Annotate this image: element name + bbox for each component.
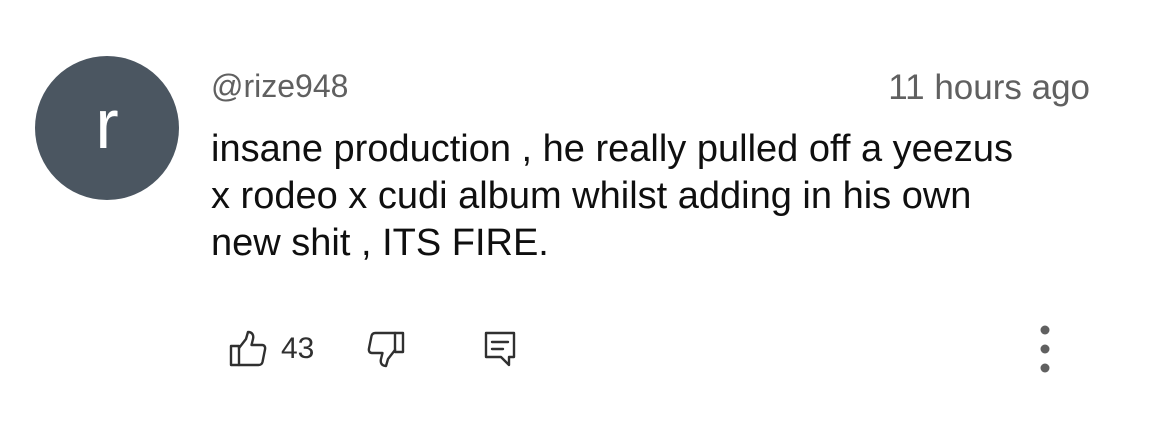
more-vert-icon — [1038, 324, 1052, 374]
reply-button[interactable] — [482, 329, 518, 369]
like-count: 43 — [281, 332, 315, 365]
dislike-button[interactable] — [366, 329, 406, 369]
thumbs-down-icon — [366, 329, 406, 369]
comment-text-line: x rodeo x cudi album whilst adding in hi… — [211, 175, 972, 217]
comment-action-bar: 43 — [228, 326, 518, 372]
more-options-button[interactable] — [1031, 324, 1059, 374]
thumbs-up-icon — [228, 329, 268, 369]
comment-timestamp: 11 hours ago — [888, 68, 1090, 107]
comment-text-line: new shit , ITS FIRE. — [211, 222, 549, 264]
avatar[interactable]: r — [35, 56, 179, 200]
like-button[interactable]: 43 — [228, 326, 314, 372]
comment-author[interactable]: @rize948 — [211, 68, 348, 104]
comment-text-line: insane production , he really pulled off… — [211, 128, 1014, 170]
comment-text: insane production , he really pulled off… — [211, 126, 1091, 267]
avatar-letter: r — [95, 85, 119, 163]
reply-icon — [482, 329, 518, 369]
